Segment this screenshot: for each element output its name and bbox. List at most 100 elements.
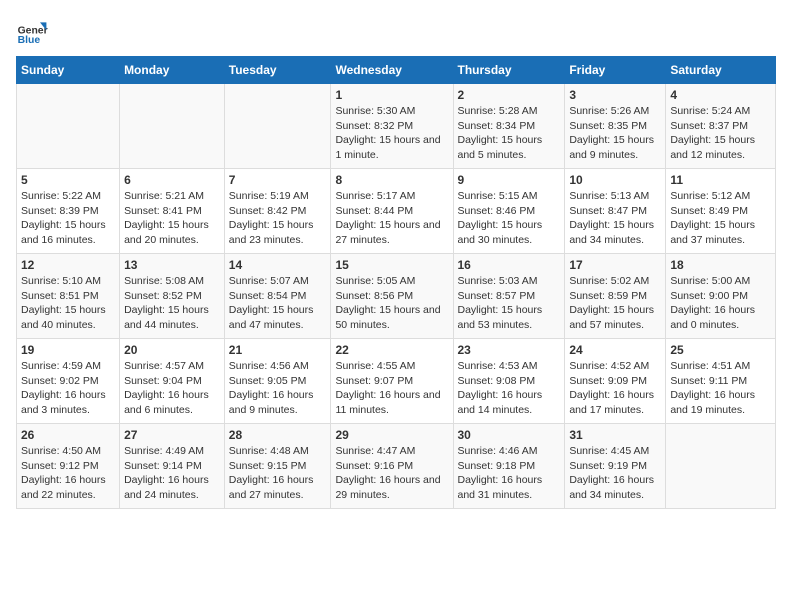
day-number: 12	[21, 258, 115, 272]
day-info: Sunrise: 5:24 AM Sunset: 8:37 PM Dayligh…	[670, 104, 771, 163]
day-cell: 11 Sunrise: 5:12 AM Sunset: 8:49 PM Dayli…	[666, 169, 776, 254]
day-info: Sunrise: 4:57 AM Sunset: 9:04 PM Dayligh…	[124, 359, 220, 418]
day-number: 28	[229, 428, 327, 442]
day-number: 14	[229, 258, 327, 272]
day-cell: 19Sunrise: 4:59 AM Sunset: 9:02 PM Dayli…	[17, 339, 120, 424]
week-row-3: 12 Sunrise: 5:10 AM Sunset: 8:51 PM Dayli…	[17, 254, 776, 339]
day-info: Sunrise: 5:21 AM Sunset: 8:41 PM Dayligh…	[124, 189, 220, 248]
day-number: 2	[458, 88, 561, 102]
calendar-table: SundayMondayTuesdayWednesdayThursdayFrid…	[16, 56, 776, 509]
day-info: Sunrise: 5:17 AM Sunset: 8:44 PM Dayligh…	[335, 189, 448, 248]
day-cell: 2 Sunrise: 5:28 AM Sunset: 8:34 PM Daylig…	[453, 84, 565, 169]
day-cell: 27Sunrise: 4:49 AM Sunset: 9:14 PM Dayli…	[120, 424, 225, 509]
day-info: Sunrise: 5:10 AM Sunset: 8:51 PM Dayligh…	[21, 274, 115, 333]
day-number: 3	[569, 88, 661, 102]
header: General Blue	[16, 16, 776, 48]
col-header-wednesday: Wednesday	[331, 57, 453, 84]
day-cell: 12 Sunrise: 5:10 AM Sunset: 8:51 PM Dayli…	[17, 254, 120, 339]
day-number: 27	[124, 428, 220, 442]
day-info: Sunrise: 4:56 AM Sunset: 9:05 PM Dayligh…	[229, 359, 327, 418]
day-number: 6	[124, 173, 220, 187]
day-info: Sunrise: 4:45 AM Sunset: 9:19 PM Dayligh…	[569, 444, 661, 503]
day-number: 21	[229, 343, 327, 357]
day-number: 24	[569, 343, 661, 357]
day-cell: 20 Sunrise: 4:57 AM Sunset: 9:04 PM Dayli…	[120, 339, 225, 424]
day-number: 30	[458, 428, 561, 442]
day-info: Sunrise: 5:05 AM Sunset: 8:56 PM Dayligh…	[335, 274, 448, 333]
day-info: Sunrise: 5:08 AM Sunset: 8:52 PM Dayligh…	[124, 274, 220, 333]
day-cell: 17 Sunrise: 5:02 AM Sunset: 8:59 PM Dayli…	[565, 254, 666, 339]
day-info: Sunrise: 5:30 AM Sunset: 8:32 PM Dayligh…	[335, 104, 448, 163]
svg-text:Blue: Blue	[18, 35, 41, 46]
day-number: 18	[670, 258, 771, 272]
day-cell	[120, 84, 225, 169]
day-info: Sunrise: 4:50 AM Sunset: 9:12 PM Dayligh…	[21, 444, 115, 503]
day-cell: 24 Sunrise: 4:52 AM Sunset: 9:09 PM Dayli…	[565, 339, 666, 424]
day-number: 16	[458, 258, 561, 272]
day-number: 31	[569, 428, 661, 442]
day-number: 26	[21, 428, 115, 442]
day-number: 20	[124, 343, 220, 357]
day-number: 23	[458, 343, 561, 357]
day-number: 5	[21, 173, 115, 187]
day-number: 13	[124, 258, 220, 272]
day-number: 29	[335, 428, 448, 442]
week-row-1: 1 Sunrise: 5:30 AM Sunset: 8:32 PM Daylig…	[17, 84, 776, 169]
day-number: 17	[569, 258, 661, 272]
day-info: Sunrise: 4:53 AM Sunset: 9:08 PM Dayligh…	[458, 359, 561, 418]
day-number: 11	[670, 173, 771, 187]
day-number: 8	[335, 173, 448, 187]
day-cell: 29 Sunrise: 4:47 AM Sunset: 9:16 PM Dayli…	[331, 424, 453, 509]
day-cell: 22Sunrise: 4:55 AM Sunset: 9:07 PM Dayli…	[331, 339, 453, 424]
day-info: Sunrise: 4:51 AM Sunset: 9:11 PM Dayligh…	[670, 359, 771, 418]
day-cell: 18 Sunrise: 5:00 AM Sunset: 9:00 PM Dayli…	[666, 254, 776, 339]
day-cell: 9Sunrise: 5:15 AM Sunset: 8:46 PM Daylig…	[453, 169, 565, 254]
day-info: Sunrise: 4:55 AM Sunset: 9:07 PM Dayligh…	[335, 359, 448, 418]
day-number: 10	[569, 173, 661, 187]
col-header-friday: Friday	[565, 57, 666, 84]
day-info: Sunrise: 4:59 AM Sunset: 9:02 PM Dayligh…	[21, 359, 115, 418]
day-number: 4	[670, 88, 771, 102]
day-number: 15	[335, 258, 448, 272]
day-cell: 8 Sunrise: 5:17 AM Sunset: 8:44 PM Daylig…	[331, 169, 453, 254]
day-cell: 6 Sunrise: 5:21 AM Sunset: 8:41 PM Daylig…	[120, 169, 225, 254]
day-info: Sunrise: 4:46 AM Sunset: 9:18 PM Dayligh…	[458, 444, 561, 503]
day-number: 1	[335, 88, 448, 102]
day-info: Sunrise: 5:22 AM Sunset: 8:39 PM Dayligh…	[21, 189, 115, 248]
day-number: 7	[229, 173, 327, 187]
day-info: Sunrise: 4:47 AM Sunset: 9:16 PM Dayligh…	[335, 444, 448, 503]
day-info: Sunrise: 5:03 AM Sunset: 8:57 PM Dayligh…	[458, 274, 561, 333]
day-info: Sunrise: 5:02 AM Sunset: 8:59 PM Dayligh…	[569, 274, 661, 333]
logo: General Blue	[16, 16, 52, 48]
day-cell: 23 Sunrise: 4:53 AM Sunset: 9:08 PM Dayli…	[453, 339, 565, 424]
day-cell	[666, 424, 776, 509]
col-header-tuesday: Tuesday	[224, 57, 331, 84]
day-cell: 28Sunrise: 4:48 AM Sunset: 9:15 PM Dayli…	[224, 424, 331, 509]
day-info: Sunrise: 5:15 AM Sunset: 8:46 PM Dayligh…	[458, 189, 561, 248]
day-cell: 26 Sunrise: 4:50 AM Sunset: 9:12 PM Dayli…	[17, 424, 120, 509]
day-info: Sunrise: 5:00 AM Sunset: 9:00 PM Dayligh…	[670, 274, 771, 333]
day-info: Sunrise: 5:28 AM Sunset: 8:34 PM Dayligh…	[458, 104, 561, 163]
day-cell	[224, 84, 331, 169]
week-row-4: 19Sunrise: 4:59 AM Sunset: 9:02 PM Dayli…	[17, 339, 776, 424]
day-cell: 13 Sunrise: 5:08 AM Sunset: 8:52 PM Dayli…	[120, 254, 225, 339]
day-info: Sunrise: 4:52 AM Sunset: 9:09 PM Dayligh…	[569, 359, 661, 418]
header-row: SundayMondayTuesdayWednesdayThursdayFrid…	[17, 57, 776, 84]
day-info: Sunrise: 5:26 AM Sunset: 8:35 PM Dayligh…	[569, 104, 661, 163]
day-cell: 16 Sunrise: 5:03 AM Sunset: 8:57 PM Dayli…	[453, 254, 565, 339]
day-info: Sunrise: 5:12 AM Sunset: 8:49 PM Dayligh…	[670, 189, 771, 248]
day-cell: 14 Sunrise: 5:07 AM Sunset: 8:54 PM Dayli…	[224, 254, 331, 339]
day-cell	[17, 84, 120, 169]
logo-icon: General Blue	[16, 16, 48, 48]
day-cell: 3 Sunrise: 5:26 AM Sunset: 8:35 PM Daylig…	[565, 84, 666, 169]
day-cell: 5 Sunrise: 5:22 AM Sunset: 8:39 PM Daylig…	[17, 169, 120, 254]
day-info: Sunrise: 5:07 AM Sunset: 8:54 PM Dayligh…	[229, 274, 327, 333]
day-cell: 30 Sunrise: 4:46 AM Sunset: 9:18 PM Dayli…	[453, 424, 565, 509]
day-cell: 15 Sunrise: 5:05 AM Sunset: 8:56 PM Dayli…	[331, 254, 453, 339]
day-info: Sunrise: 5:13 AM Sunset: 8:47 PM Dayligh…	[569, 189, 661, 248]
day-number: 25	[670, 343, 771, 357]
day-cell: 25 Sunrise: 4:51 AM Sunset: 9:11 PM Dayli…	[666, 339, 776, 424]
col-header-thursday: Thursday	[453, 57, 565, 84]
week-row-5: 26 Sunrise: 4:50 AM Sunset: 9:12 PM Dayli…	[17, 424, 776, 509]
col-header-monday: Monday	[120, 57, 225, 84]
